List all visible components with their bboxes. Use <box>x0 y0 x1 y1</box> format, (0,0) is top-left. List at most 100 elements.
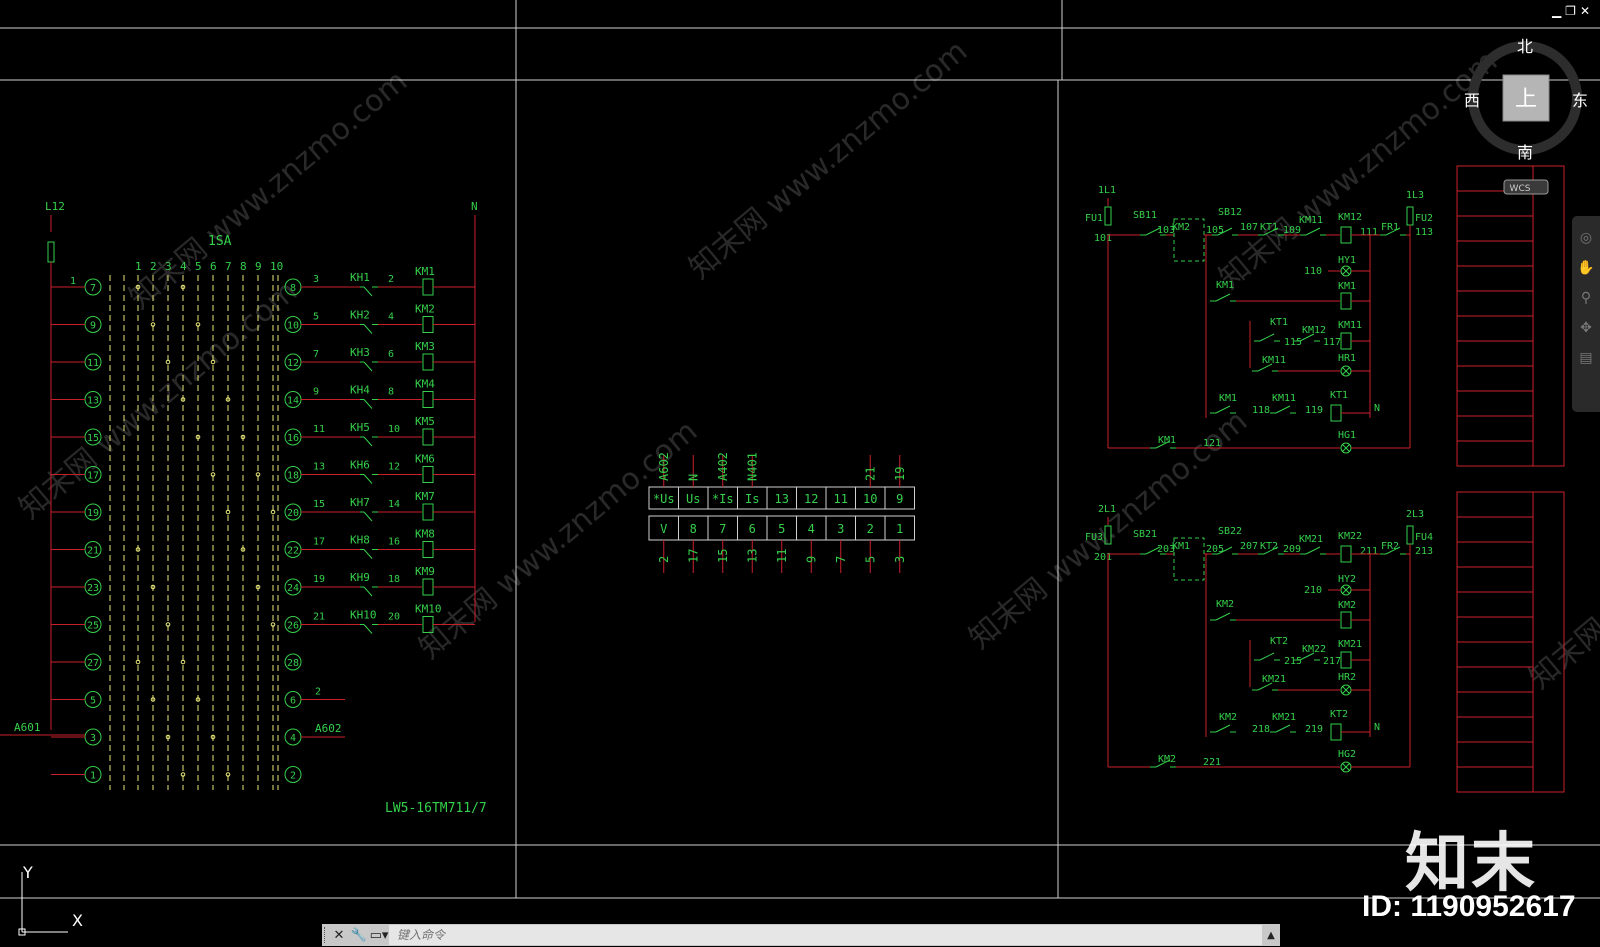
row-out-label-2: 6 <box>388 349 394 360</box>
kh-contact-b-7 <box>363 549 373 559</box>
interlock-label-1: KM1 <box>1172 541 1190 552</box>
km-label-3: KM4 <box>415 378 435 391</box>
km-c-label-0: KM12 <box>1338 212 1362 223</box>
km-holding-label-0: KM1 <box>1216 280 1234 291</box>
wire-2-label-0: 105 <box>1206 225 1224 236</box>
prompt-icon[interactable]: ▭▾ <box>369 928 389 943</box>
terminal-bottom-label-3: 6 <box>749 522 756 536</box>
kt-label-0: KT1 <box>1260 222 1278 233</box>
phase-right-label-0: 1L3 <box>1406 190 1424 201</box>
column-label-7: 7 <box>225 260 232 273</box>
kh-label-5: KH6 <box>350 459 370 472</box>
restore-button[interactable]: ❐ <box>1565 4 1580 18</box>
row-in-label-7: 17 <box>313 537 325 548</box>
viewcube-west-label: 西 <box>1464 91 1480 110</box>
right-terminal-label-22: 22 <box>287 546 299 557</box>
kh-contact-b-9 <box>363 624 373 634</box>
terminal-bottom-label-5: 4 <box>808 522 815 536</box>
kh-contact-b-1 <box>363 324 373 334</box>
km-d-label-1: KM2 <box>1219 712 1237 723</box>
walk-icon[interactable]: ✥ <box>1572 320 1600 336</box>
hg-label-0: HG1 <box>1338 430 1356 441</box>
row-in-label-5: 13 <box>313 462 325 473</box>
km-label-0: KM1 <box>415 265 435 278</box>
navigation-bar[interactable]: ◎ ✋ ⚲ ✥ ▤ <box>1572 216 1600 412</box>
wire-12-label-1: 221 <box>1203 757 1221 768</box>
row-in-label-9: 21 <box>313 612 325 623</box>
viewcube[interactable]: 上 北南 东 西 WCS <box>1464 37 1588 195</box>
left-terminal-label-7: 7 <box>90 283 96 294</box>
terminal-bottom-wire-label-6: 7 <box>834 556 848 563</box>
km-f-label-1: KM2 <box>1158 754 1176 765</box>
kh-contact-b-0 <box>363 286 373 297</box>
left-terminal-label-9: 9 <box>90 321 96 332</box>
kt-c-label-1: KT2 <box>1270 636 1288 647</box>
km-d-label-0: KM1 <box>1219 393 1237 404</box>
kh-contact-b-5 <box>363 474 373 484</box>
sb1-label-1: SB21 <box>1133 529 1157 540</box>
terminal-top-wire-label-8: 19 <box>893 467 907 481</box>
terminal-top-label-5: 12 <box>804 492 818 506</box>
fuse-right-label-1: FU4 <box>1415 532 1433 543</box>
kh-label-6: KH7 <box>350 496 370 509</box>
row-out-label-8: 18 <box>388 574 400 585</box>
right-terminal-label-14: 14 <box>287 396 299 407</box>
column-label-8: 8 <box>240 260 247 273</box>
terminal-bottom-label-1: 8 <box>690 522 697 536</box>
pan-icon[interactable]: ✋ <box>1572 260 1600 276</box>
left-terminal-label-3: 3 <box>90 733 96 744</box>
watermark-text-0: 知末网 www.znzmo.com <box>123 64 414 316</box>
km-b-label-0: KM11 <box>1299 215 1323 226</box>
terminal-top-wire-label-0: A602 <box>657 452 671 481</box>
command-line: ✕ 🔧 ▭▾ ▲ <box>322 924 1280 946</box>
hg-label-1: HG2 <box>1338 749 1356 760</box>
grip-handle[interactable] <box>324 927 327 943</box>
terminal-bottom-wire-label-8: 3 <box>893 556 907 563</box>
row-out-label-7: 16 <box>388 537 400 548</box>
wire-2-label: 2 <box>315 687 321 698</box>
km-y-label-0: KM11 <box>1338 320 1362 331</box>
wire-9-label-0: 117 <box>1323 337 1341 348</box>
drawing-frame <box>0 0 1600 899</box>
km-coil-7 <box>422 541 434 558</box>
km-coil-1 <box>422 316 434 333</box>
wire-1-label: 1 <box>70 276 76 287</box>
wire-11-label-0: 119 <box>1305 405 1323 416</box>
row-in-label-1: 5 <box>313 312 319 323</box>
command-input-wrap[interactable] <box>389 925 1262 945</box>
fuse-left-label-1: FU3 <box>1085 532 1103 543</box>
control-circuit-1: 1L1FU1101SB11103KM2 105SB12107 KT1 109KM111… <box>1085 185 1433 454</box>
row-out-label-4: 10 <box>388 424 400 435</box>
left-terminal-label-1: 1 <box>90 771 96 782</box>
kh-label-4: KH5 <box>350 421 370 434</box>
drawing-canvas[interactable]: 知末网 www.znzmo.com 知末网 www.znzmo.com 知末网 ww… <box>0 0 1600 947</box>
zoom-icon[interactable]: ⚲ <box>1572 290 1600 306</box>
wrench-icon[interactable]: 🔧 <box>349 928 369 943</box>
right-terminal-label-16: 16 <box>287 433 299 444</box>
km-label-2: KM3 <box>415 340 435 353</box>
command-input[interactable] <box>395 927 1180 943</box>
left-terminal-label-21: 21 <box>87 546 99 557</box>
right-terminal-label-28: 28 <box>287 658 299 669</box>
terminal-top-label-4: 13 <box>775 492 789 506</box>
control-circuit-2: 2L1FU3201SB21203KM1 205SB22207 KT2 209KM212… <box>1085 504 1433 773</box>
fuse-left <box>1104 206 1112 226</box>
panel-terminal-block: *UsVA6022Us8N17*Is7A40215Is6N40113135111… <box>648 452 915 573</box>
kt-c-contact-b <box>1259 652 1275 661</box>
terminal-top-label-6: 11 <box>834 492 848 506</box>
showmotion-icon[interactable]: ▤ <box>1572 350 1600 366</box>
chevron-up-icon[interactable]: ▲ <box>1262 930 1280 941</box>
fuse-l12 <box>47 241 55 263</box>
fuse-right-label-0: FU2 <box>1415 213 1433 224</box>
minimize-button[interactable]: ▁ <box>1552 4 1565 18</box>
phase-label: L12 <box>45 200 65 213</box>
km-coil-0 <box>422 278 434 296</box>
terminal-bottom-label-4: 5 <box>778 522 785 536</box>
row-out-label-6: 14 <box>388 499 400 510</box>
kh-label-1: KH2 <box>350 309 370 322</box>
wire-8-label-1: 215 <box>1284 656 1302 667</box>
close-icon[interactable]: ✕ <box>329 928 349 943</box>
terminal-top-label-2: *Is <box>712 492 734 506</box>
orbit-icon[interactable]: ◎ <box>1572 230 1600 246</box>
close-button[interactable]: ✕ <box>1580 4 1594 18</box>
